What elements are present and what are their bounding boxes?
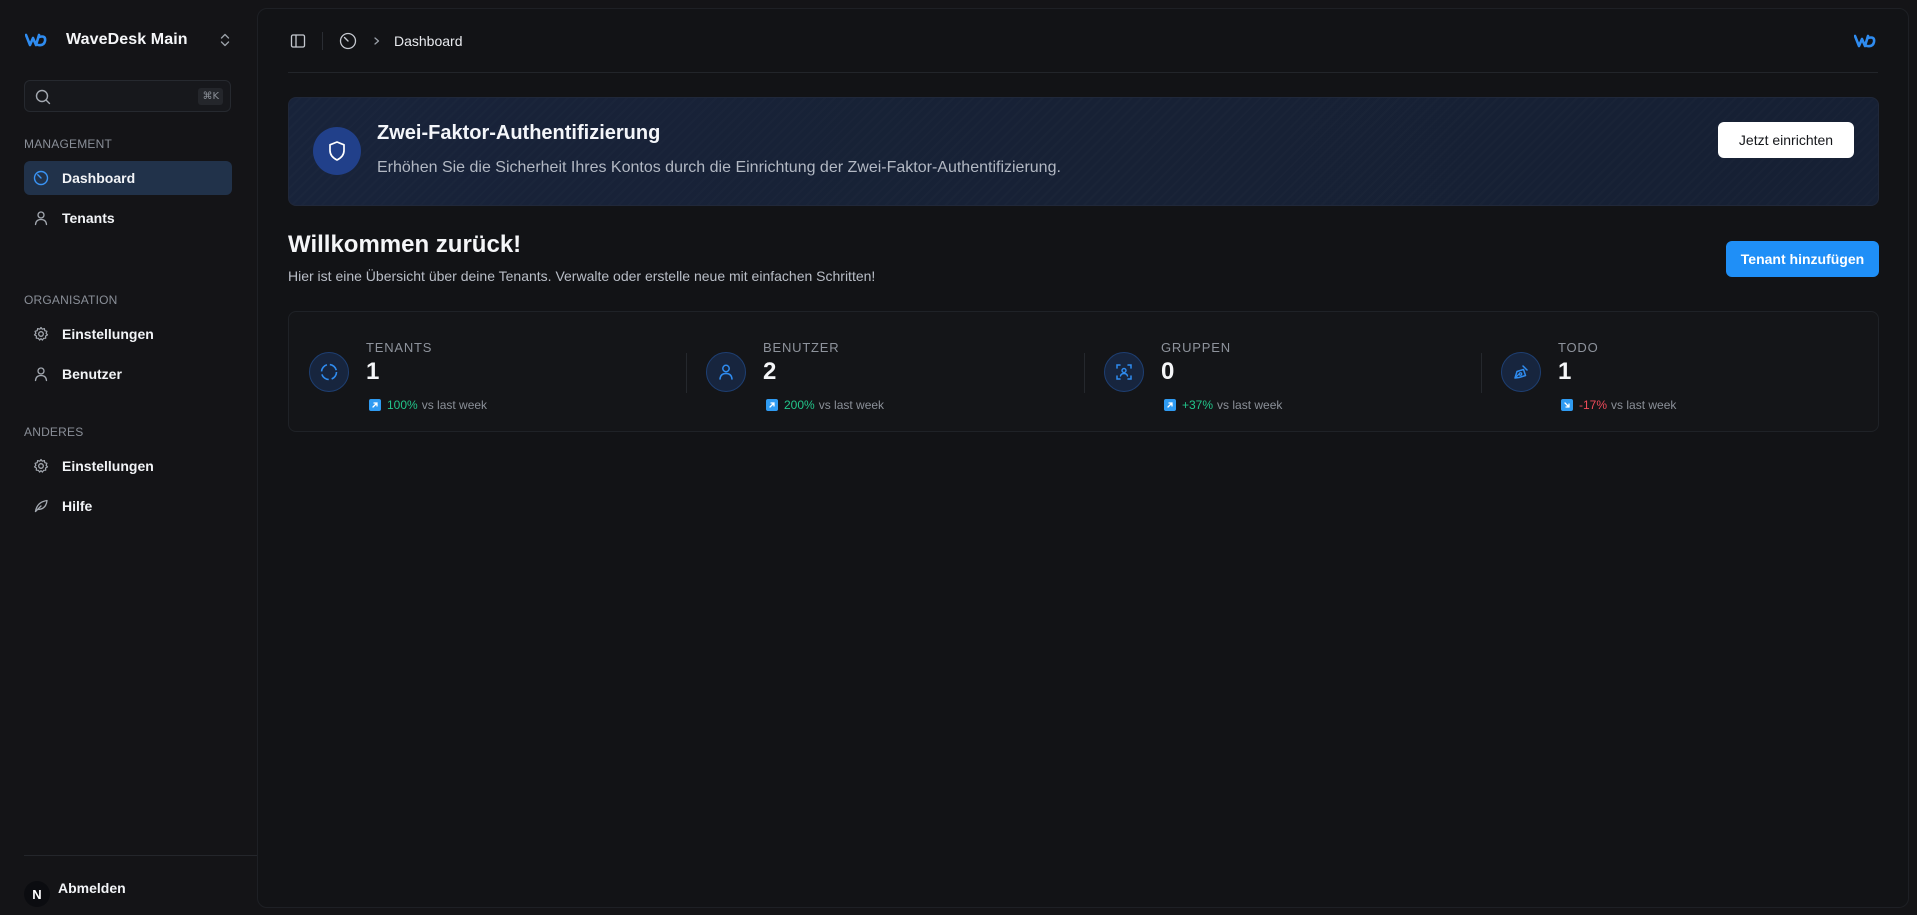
trend-value: -17%: [1579, 398, 1608, 412]
trend-up-icon: [766, 399, 778, 411]
sidebar-item-label: Dashboard: [62, 170, 136, 186]
stat-value: 1: [366, 358, 380, 385]
chevron-right-icon: [371, 32, 383, 50]
sidebar-item-einstellungen[interactable]: Einstellungen: [24, 317, 232, 351]
stat-benutzer: BENUTZER 2 200% vs last week: [686, 312, 1083, 431]
stats-card: TENANTS 1 100% vs last week BENUTZER 2 2…: [288, 311, 1879, 432]
app-root: WaveDesk Main ⌘K MANAGEMENT Dashboard Te…: [0, 0, 1917, 915]
sidebar-item-hilfe[interactable]: Hilfe: [24, 489, 232, 523]
trend-down-icon: [1561, 399, 1573, 411]
user-icon: [32, 365, 50, 383]
banner-title: Zwei-Faktor-Authentifizierung: [377, 122, 661, 144]
sidebar: WaveDesk Main ⌘K MANAGEMENT Dashboard Te…: [0, 0, 264, 915]
section-label-organisation: ORGANISATION: [24, 293, 118, 307]
avatar: N: [24, 881, 50, 907]
workspace-name: WaveDesk Main: [66, 31, 188, 48]
search-input[interactable]: [57, 85, 187, 109]
topbar-divider: [288, 72, 1878, 73]
section-label-anderes: ANDERES: [24, 425, 84, 439]
stat-trend: -17% vs last week: [1558, 398, 1676, 412]
stat-label: GRUPPEN: [1161, 340, 1231, 355]
stat-trend: 200% vs last week: [763, 398, 884, 412]
search-shortcut-badge: ⌘K: [198, 88, 223, 105]
topbar: Dashboard: [258, 9, 1908, 73]
setup-2fa-button[interactable]: Jetzt einrichten: [1718, 122, 1854, 158]
stat-value: 0: [1161, 358, 1175, 385]
sidebar-item-tenants[interactable]: Tenants: [24, 201, 232, 235]
stat-label: BENUTZER: [763, 340, 840, 355]
stat-trend: +37% vs last week: [1161, 398, 1282, 412]
sidebar-item-benutzer[interactable]: Benutzer: [24, 357, 232, 391]
trend-text: vs last week: [421, 398, 488, 412]
banner-description: Erhöhen Sie die Sicherheit Ihres Kontos …: [377, 159, 1061, 176]
shield-icon: [313, 127, 361, 175]
sidebar-item-einstellungen-other[interactable]: Einstellungen: [24, 449, 232, 483]
breadcrumb: Dashboard: [394, 33, 463, 49]
chevrons-up-down-icon: [216, 31, 234, 49]
stat-value: 2: [763, 358, 777, 385]
refresh-circle-icon: [309, 352, 349, 392]
trend-up-icon: [1164, 399, 1176, 411]
stat-trend: 100% vs last week: [366, 398, 487, 412]
page-title: Willkommen zurück!: [288, 231, 522, 258]
gear-icon: [32, 325, 50, 343]
sidebar-item-label: Einstellungen: [62, 458, 154, 474]
trend-text: vs last week: [1611, 398, 1677, 412]
workspace-switcher[interactable]: WaveDesk Main: [24, 24, 234, 56]
sidebar-item-label: Benutzer: [62, 366, 122, 382]
sidebar-item-label: Einstellungen: [62, 326, 154, 342]
two-factor-banner: Zwei-Faktor-Authentifizierung Erhöhen Si…: [288, 97, 1879, 206]
search-box: ⌘K: [24, 80, 231, 112]
user-icon: [32, 209, 50, 227]
gauge-icon: [32, 169, 50, 187]
group-scan-icon: [1104, 352, 1144, 392]
add-tenant-button[interactable]: Tenant hinzufügen: [1726, 241, 1879, 277]
main-panel: Dashboard Zwei-Faktor-Authentifizierung …: [257, 8, 1909, 908]
trend-text: vs last week: [1217, 398, 1283, 412]
gauge-icon[interactable]: [339, 32, 357, 50]
sidebar-item-label: Tenants: [62, 210, 115, 226]
sidebar-divider: [24, 855, 264, 856]
trend-text: vs last week: [818, 398, 885, 412]
logout-label: Abmelden: [58, 880, 126, 896]
trend-value: 100%: [387, 398, 418, 412]
stat-value: 1: [1558, 358, 1572, 385]
section-label-management: MANAGEMENT: [24, 137, 113, 151]
sidebar-toggle-icon[interactable]: [289, 32, 307, 50]
search-icon: [34, 88, 52, 106]
pen-tool-icon: [1501, 352, 1541, 392]
stat-tenants: TENANTS 1 100% vs last week: [289, 312, 686, 431]
gear-icon: [32, 457, 50, 475]
logout-button[interactable]: N Abmelden: [24, 872, 126, 907]
wavedesk-logo-icon: [24, 28, 48, 52]
leaf-icon: [32, 497, 50, 515]
trend-up-icon: [369, 399, 381, 411]
trend-value: 200%: [784, 398, 815, 412]
sidebar-item-label: Hilfe: [62, 498, 93, 514]
stat-gruppen: GRUPPEN 0 +37% vs last week: [1084, 312, 1481, 431]
sidebar-item-dashboard[interactable]: Dashboard: [24, 161, 232, 195]
user-icon: [706, 352, 746, 392]
topbar-separator: [322, 32, 323, 50]
stat-todo: TODO 1 -17% vs last week: [1481, 312, 1878, 431]
wavedesk-logo-icon: [1853, 31, 1876, 51]
trend-value: +37%: [1182, 398, 1214, 412]
page-subtitle: Hier ist eine Übersicht über deine Tenan…: [288, 268, 876, 284]
stat-label: TENANTS: [366, 340, 433, 355]
stat-label: TODO: [1558, 340, 1599, 355]
